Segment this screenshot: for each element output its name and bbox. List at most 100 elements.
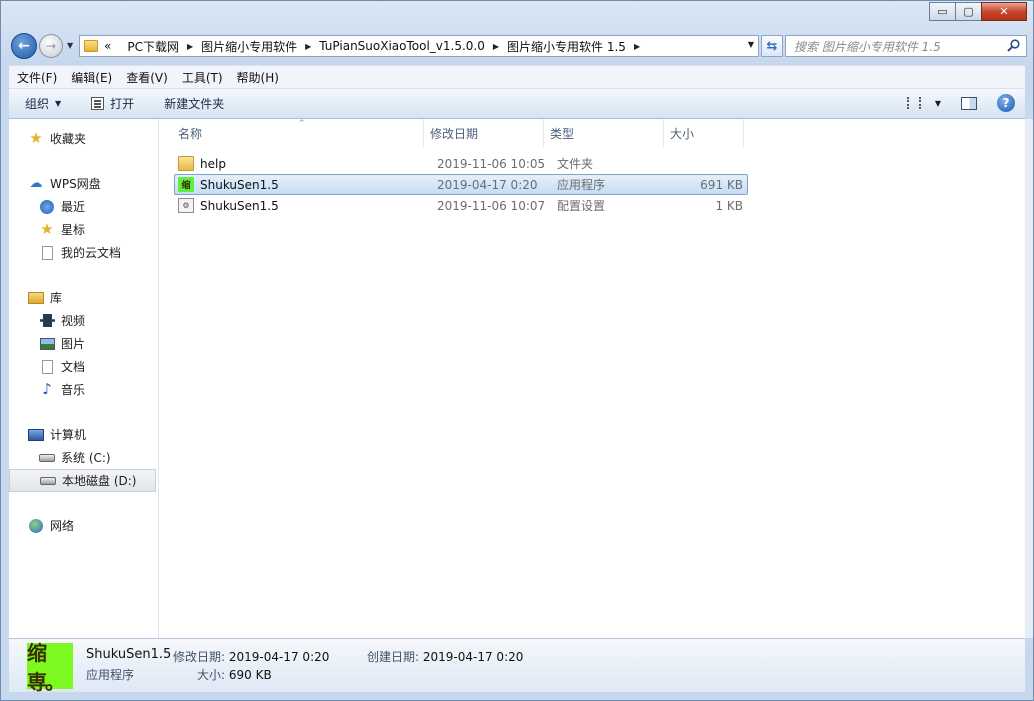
nav-item-drive-d[interactable]: 本地磁盘 (D:) [9,469,156,492]
new-folder-button[interactable]: 新建文件夹 [164,95,224,112]
maximize-button[interactable]: ▢ [955,2,982,21]
nav-item-recent[interactable]: 最近 [9,195,158,218]
column-headers: 名称 修改日期 类型 大小 [160,119,1025,147]
column-header-type[interactable]: 类型 [544,119,664,147]
file-size: 691 KB [700,177,743,192]
search-icon[interactable] [1007,39,1020,52]
menu-edit[interactable]: 编辑(E) [71,69,112,86]
star-icon: ★ [40,220,54,238]
nav-item-computer[interactable]: 计算机 [9,423,158,446]
file-date: 2019-11-06 10:07 [437,198,546,213]
recent-pages-dropdown[interactable]: ▼ [67,41,73,50]
nav-item-network[interactable]: 网络 [9,514,158,537]
nav-item-cloud-docs[interactable]: 我的云文档 [9,241,158,264]
breadcrumb-item[interactable]: 图片缩小专用软件 [201,38,297,55]
details-modified-label: 修改日期: [173,650,226,664]
help-icon[interactable]: ? [997,94,1015,112]
close-icon: ✕ [999,5,1009,18]
nav-item-favorites[interactable]: ★ 收藏夹 [9,127,158,150]
nav-item-videos[interactable]: 视频 [9,309,158,332]
details-created: 创建日期: 2019-04-17 0:20 [367,648,523,665]
search-input[interactable]: 搜索 图片缩小专用软件 1.5 [785,35,1027,57]
nav-item-label: 我的云文档 [61,246,122,260]
nav-item-label: 系统 (C:) [61,451,111,465]
organize-button[interactable]: 组织 ▼ [25,95,61,112]
details-modified: 修改日期: 2019-04-17 0:20 [173,648,329,665]
nav-item-music[interactable]: ♪ 音乐 [9,378,158,401]
file-date: 2019-11-06 10:05 [437,156,546,171]
nav-item-label: 库 [50,291,63,305]
view-controls: ▼ ? [906,94,1015,112]
minimize-icon: ▭ [937,5,948,18]
column-header-date[interactable]: 修改日期 [424,119,544,147]
details-size: 大小: 690 KB [197,666,272,683]
document-icon [41,359,53,374]
file-name: ShukuSen1.5 [200,177,279,192]
command-bar: 组织 ▼ 打开 新建文件夹 ▼ ? [9,89,1025,119]
content-area: ★ 收藏夹 ☁ WPS网盘 最近 ★ 星标 我的云文档 库 视频 图片 文档 ♪ 音乐 … [9,119,1025,638]
column-header-size[interactable]: 大小 [664,119,744,147]
close-button[interactable]: ✕ [981,2,1027,21]
menu-view[interactable]: 查看(V) [126,69,168,86]
nav-group-favorites: ★ 收藏夹 [9,127,158,150]
drive-icon [40,476,56,485]
details-file-name: ShukuSen1.5 [86,647,172,662]
menu-tools[interactable]: 工具(T) [182,69,223,86]
nav-item-documents[interactable]: 文档 [9,355,158,378]
nav-group-computer: 计算机 系统 (C:) 本地磁盘 (D:) [9,423,158,492]
forward-button[interactable]: → [39,34,63,58]
network-icon [29,518,43,533]
refresh-button[interactable]: ⇆ [761,35,783,57]
sort-ascending-icon: ⌃ [298,119,306,129]
nav-group-libraries: 库 视频 图片 文档 ♪ 音乐 [9,286,158,401]
library-folder-icon [28,291,44,304]
file-row-app[interactable]: 缩 ShukuSen1.5 2019-04-17 0:20 应用程序 691 KB [174,174,748,195]
back-button[interactable]: ← [11,33,37,59]
star-icon: ★ [29,129,43,147]
nav-item-label: 图片 [61,337,86,351]
open-label: 打开 [110,97,135,111]
menu-file[interactable]: 文件(F) [17,69,57,86]
address-bar[interactable]: « PC下载网 ▶ 图片缩小专用软件 ▶ TuPianSuoXiaoTool_v… [79,35,759,57]
chevron-down-icon[interactable]: ▼ [935,99,941,108]
nav-item-label: WPS网盘 [50,177,101,191]
nav-item-wps-cloud[interactable]: ☁ WPS网盘 [9,172,158,195]
nav-item-drive-c[interactable]: 系统 (C:) [9,446,158,469]
nav-item-label: 视频 [61,314,86,328]
nav-item-label: 音乐 [61,383,86,397]
column-header-name[interactable]: 名称 [160,119,424,147]
nav-group-network: 网络 [9,514,158,537]
breadcrumb-item[interactable]: 图片缩小专用软件 1.5 [507,38,626,55]
cloud-icon: ☁ [29,176,43,191]
application-icon: 缩 [178,177,194,192]
file-rows: help 2019-11-06 10:05 文件夹 缩 ShukuSen1.5 2… [174,153,748,216]
nav-group-wps: ☁ WPS网盘 最近 ★ 星标 我的云文档 [9,172,158,264]
nav-item-starred[interactable]: ★ 星标 [9,218,158,241]
minimize-button[interactable]: ▭ [929,2,956,21]
breadcrumb-separator-icon[interactable]: ▶ [187,42,193,51]
file-type: 配置设置 [557,199,606,213]
organize-label: 组织 [25,97,50,111]
music-note-icon: ♪ [42,380,52,398]
search-placeholder: 搜索 图片缩小专用软件 1.5 [794,39,941,54]
breadcrumb-separator-icon[interactable]: ▶ [305,42,311,51]
breadcrumb-separator-icon[interactable]: ▶ [634,42,640,51]
breadcrumb-overflow[interactable]: « [104,39,111,53]
clock-icon [40,199,54,214]
preview-pane-icon[interactable] [961,96,977,110]
nav-item-libraries[interactable]: 库 [9,286,158,309]
file-name: ShukuSen1.5 [200,198,279,213]
nav-item-pictures[interactable]: 图片 [9,332,158,355]
file-row-help[interactable]: help 2019-11-06 10:05 文件夹 [174,153,748,174]
breadcrumb-separator-icon[interactable]: ▶ [493,42,499,51]
open-button[interactable]: 打开 [91,95,134,112]
address-dropdown-icon[interactable]: ▼ [748,40,754,49]
file-row-config[interactable]: ⚙ ShukuSen1.5 2019-11-06 10:07 配置设置 1 KB [174,195,748,216]
breadcrumb-item[interactable]: TuPianSuoXiaoTool_v1.5.0.0 [319,39,485,53]
view-options-icon[interactable] [906,97,921,109]
file-size: 1 KB [715,198,743,213]
menu-help[interactable]: 帮助(H) [237,69,279,86]
breadcrumb-item[interactable]: PC下载网 [127,38,179,55]
file-list: 名称 修改日期 类型 大小 ⌃ help 2019-11-06 10:05 文件… [160,119,1025,638]
refresh-icon: ⇆ [766,38,778,54]
